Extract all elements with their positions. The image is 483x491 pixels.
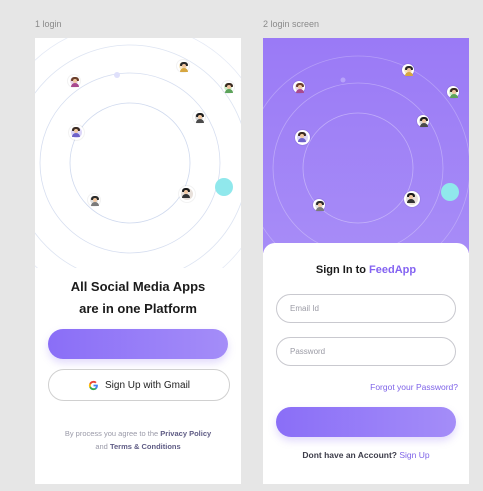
no-account-text: Dont have an Account? [302, 450, 397, 460]
terms-conditions-link[interactable]: Terms & Conditions [110, 442, 181, 451]
frame-label-login-screen: 2 login screen [263, 19, 320, 29]
signin-title-prefix: Sign In to [315, 264, 366, 276]
avatar [88, 194, 100, 206]
avatar [417, 115, 429, 127]
terms-text: By process you agree to the Privacy Poli… [35, 427, 241, 453]
avatar [179, 186, 195, 202]
google-button-label: Sign Up with Gmail [104, 379, 191, 391]
avatar [177, 60, 189, 72]
signup-link[interactable]: Sign Up [399, 450, 429, 460]
avatar [69, 125, 84, 140]
hero-title-line1: All Social Media Apps [70, 279, 206, 294]
avatar [313, 199, 325, 211]
hero-title-line2: are in one Platform [79, 301, 197, 316]
frame-label-login: 1 login [35, 19, 62, 29]
signin-card: Sign In to FeedApp Email Id Password For… [263, 243, 469, 484]
login-screen-frame: Sign In to FeedApp Email Id Password For… [263, 38, 469, 484]
orbit-rings [35, 38, 241, 268]
avatar [447, 86, 459, 98]
email-placeholder: Email Id [290, 304, 319, 313]
avatar [293, 81, 305, 93]
forgot-password-link[interactable]: Forgot your Password? [370, 382, 458, 392]
primary-button[interactable] [48, 329, 228, 359]
signin-title: Sign In to FeedApp [263, 264, 469, 276]
signin-button[interactable] [276, 407, 456, 437]
terms-prefix: By process you agree to the [64, 429, 159, 438]
signup-prompt: Dont have an Account? Sign Up [263, 450, 469, 460]
password-field[interactable]: Password [276, 337, 456, 366]
avatar [404, 191, 420, 207]
avatar [222, 81, 234, 93]
google-g-icon [88, 380, 98, 390]
avatar [402, 64, 414, 76]
email-field[interactable]: Email Id [276, 294, 456, 323]
terms-and: and [95, 442, 108, 451]
orbit-rings [263, 55, 469, 253]
avatar [193, 111, 205, 123]
login-frame: All Social Media Apps are in one Platfor… [35, 38, 241, 484]
avatar [295, 130, 310, 145]
avatar [68, 75, 80, 87]
brand-name: FeedApp [369, 264, 417, 276]
google-signup-button[interactable]: Sign Up with Gmail [48, 369, 230, 401]
privacy-policy-link[interactable]: Privacy Policy [160, 429, 211, 438]
password-placeholder: Password [290, 347, 326, 356]
